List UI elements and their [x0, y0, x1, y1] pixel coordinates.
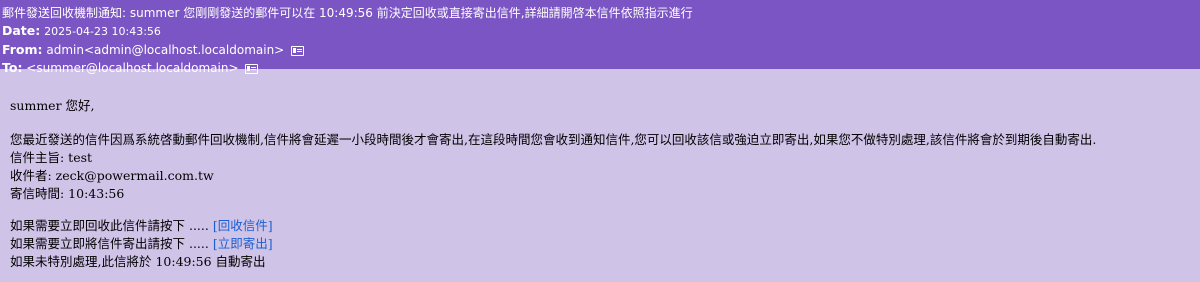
- to-value: <summer@localhost.localdomain>: [26, 61, 239, 75]
- date-row: Date: 2025-04-23 10:43:56: [2, 22, 1194, 41]
- send-now-link[interactable]: [立即寄出]: [213, 236, 273, 251]
- greeting: summer 您好,: [10, 98, 95, 113]
- from-value: admin<admin@localhost.localdomain>: [46, 43, 285, 57]
- sent-time-line: 寄信時間: 10:43:56: [10, 186, 125, 201]
- auto-send-line: 如果未特別處理,此信將於 10:49:56 自動寄出: [10, 254, 266, 269]
- subject-line: 信件主旨: test: [10, 150, 93, 165]
- email-body: summer 您好, 您最近發送的信件因爲系統啓動郵件回收機制,信件將會延遲一小…: [0, 69, 1200, 271]
- from-row: From: admin<admin@localhost.localdomain>: [2, 41, 1194, 59]
- send-row: 如果需要立即將信件寄出請按下 ..... [立即寄出]: [10, 235, 1190, 253]
- recall-notice: 您最近發送的信件因爲系統啓動郵件回收機制,信件將會延遲一小段時間後才會寄出,在這…: [10, 132, 1097, 147]
- email-header: 郵件發送回收機制通知: summer 您剛剛發送的郵件可以在 10:49:56 …: [0, 0, 1200, 75]
- date-label: Date:: [2, 23, 41, 38]
- from-label: From:: [2, 42, 43, 57]
- send-prompt: 如果需要立即將信件寄出請按下 .....: [10, 236, 213, 251]
- to-label: To:: [2, 60, 23, 75]
- contact-card-icon[interactable]: [245, 63, 259, 74]
- date-value: 2025-04-23 10:43:56: [44, 25, 161, 38]
- email-subject: 郵件發送回收機制通知: summer 您剛剛發送的郵件可以在 10:49:56 …: [2, 6, 693, 20]
- recall-row: 如果需要立即回收此信件請按下 ..... [回收信件]: [10, 217, 1190, 235]
- recall-prompt: 如果需要立即回收此信件請按下 .....: [10, 218, 213, 233]
- recipient-line: 收件者: zeck@powermail.com.tw: [10, 168, 214, 183]
- recall-mail-link[interactable]: [回收信件]: [213, 218, 273, 233]
- contact-card-icon[interactable]: [291, 45, 305, 56]
